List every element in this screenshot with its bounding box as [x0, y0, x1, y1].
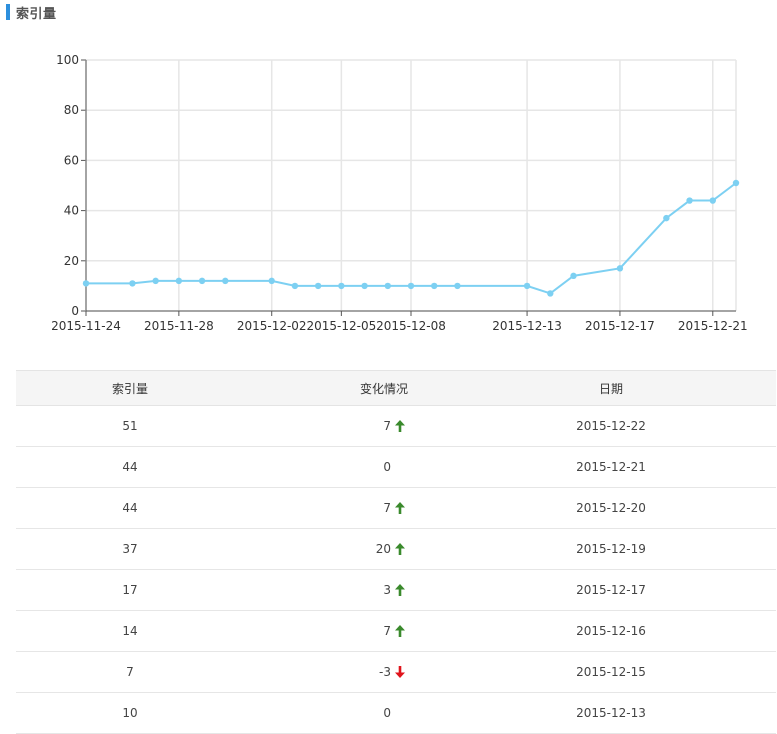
data-point	[454, 282, 461, 290]
header-change: 变化情况	[244, 370, 408, 406]
table-row: 14 7 2015-12-16	[16, 610, 776, 652]
arrow-up-icon	[394, 583, 408, 597]
change-value: 0	[383, 706, 391, 720]
index-table: 索引量 变化情况 日期 51 7 2015-12-22 44 0 2015-12-21 44…	[16, 370, 776, 734]
cell-index: 17	[16, 569, 244, 611]
y-tick-label: 100	[56, 53, 79, 67]
cell-index: 51	[16, 405, 244, 447]
table-row: 44 7 2015-12-20	[16, 487, 776, 529]
y-tick-label: 60	[64, 153, 79, 167]
x-tick-label: 2015-12-13	[492, 319, 562, 333]
y-tick-label: 40	[64, 204, 79, 218]
index-line-chart: 0 20 40 60 80 100 2015-11-24 2015-11-28 2015-12-…	[51, 53, 748, 333]
data-point	[686, 197, 693, 204]
header-date: 日期	[408, 370, 776, 406]
cell-date: 2015-12-17	[408, 569, 776, 611]
cell-date: 2015-12-19	[408, 528, 776, 570]
x-tick-label: 2015-12-05	[306, 319, 376, 333]
x-tick-label: 2015-11-28	[144, 319, 214, 333]
table-row: 10 0 2015-12-13	[16, 692, 776, 734]
y-tick-label: 20	[64, 254, 79, 268]
arrow-up-icon	[394, 624, 408, 638]
cell-date: 2015-12-16	[408, 610, 776, 652]
arrow-up-icon	[394, 419, 408, 433]
cell-index: 44	[16, 446, 244, 488]
cell-index: 10	[16, 692, 244, 734]
arrow-down-icon	[394, 665, 408, 679]
data-point	[129, 280, 136, 287]
section-header: 索引量	[6, 3, 57, 22]
x-tick-label: 2015-12-08	[376, 319, 446, 333]
table-row: 17 3 2015-12-17	[16, 569, 776, 611]
cell-change: 7	[244, 405, 408, 447]
data-point	[222, 277, 229, 285]
data-point	[268, 277, 275, 285]
x-tick-label: 2015-12-21	[678, 319, 748, 333]
cell-change: 0	[244, 692, 408, 734]
cell-index: 44	[16, 487, 244, 529]
arrow-up-icon	[394, 542, 408, 556]
table-header-row: 索引量 变化情况 日期	[16, 370, 776, 406]
x-tick-label: 2015-12-02	[237, 319, 307, 333]
x-tick-label: 2015-12-17	[585, 319, 655, 333]
cell-date: 2015-12-15	[408, 651, 776, 693]
cell-change: 0	[244, 446, 408, 488]
cell-index: 7	[16, 651, 244, 693]
table-row: 51 7 2015-12-22	[16, 405, 776, 447]
data-point	[709, 197, 716, 204]
data-point	[732, 179, 740, 187]
table-row: 37 20 2015-12-19	[16, 528, 776, 570]
change-value: 0	[383, 460, 391, 474]
data-point	[547, 290, 554, 297]
data-point	[175, 277, 183, 285]
table-row: 7 -3 2015-12-15	[16, 651, 776, 693]
data-point	[431, 282, 438, 290]
cell-change: 7	[244, 487, 408, 529]
cell-change: -3	[244, 651, 408, 693]
table-row: 44 0 2015-12-21	[16, 446, 776, 488]
x-tick-label: 2015-11-24	[51, 319, 121, 333]
data-point	[198, 277, 206, 285]
cell-change: 7	[244, 610, 408, 652]
data-point	[407, 282, 415, 290]
change-value: 3	[383, 583, 391, 597]
cell-date: 2015-12-13	[408, 692, 776, 734]
change-value: 20	[375, 542, 391, 556]
data-point	[616, 265, 624, 272]
accent-bar	[6, 4, 10, 20]
data-point	[314, 282, 322, 290]
y-tick-label: 0	[71, 304, 79, 318]
data-point	[384, 282, 391, 290]
change-value: 7	[383, 624, 391, 638]
cell-date: 2015-12-20	[408, 487, 776, 529]
change-value: -3	[379, 665, 391, 679]
data-point	[570, 272, 577, 280]
data-point	[291, 282, 299, 290]
change-value: 7	[383, 501, 391, 515]
arrow-up-icon	[394, 501, 408, 515]
y-tick-label: 80	[64, 103, 79, 117]
change-value: 7	[383, 419, 391, 433]
data-point	[663, 214, 670, 222]
cell-change: 20	[244, 528, 408, 570]
cell-change: 3	[244, 569, 408, 611]
header-index: 索引量	[16, 370, 244, 406]
cell-date: 2015-12-22	[408, 405, 776, 447]
cell-index: 14	[16, 610, 244, 652]
data-point	[338, 282, 345, 290]
data-point	[152, 277, 159, 285]
section-title: 索引量	[16, 6, 57, 22]
cell-date: 2015-12-21	[408, 446, 776, 488]
cell-index: 37	[16, 528, 244, 570]
data-point	[523, 282, 531, 290]
data-point	[361, 282, 368, 290]
data-point	[82, 280, 90, 287]
